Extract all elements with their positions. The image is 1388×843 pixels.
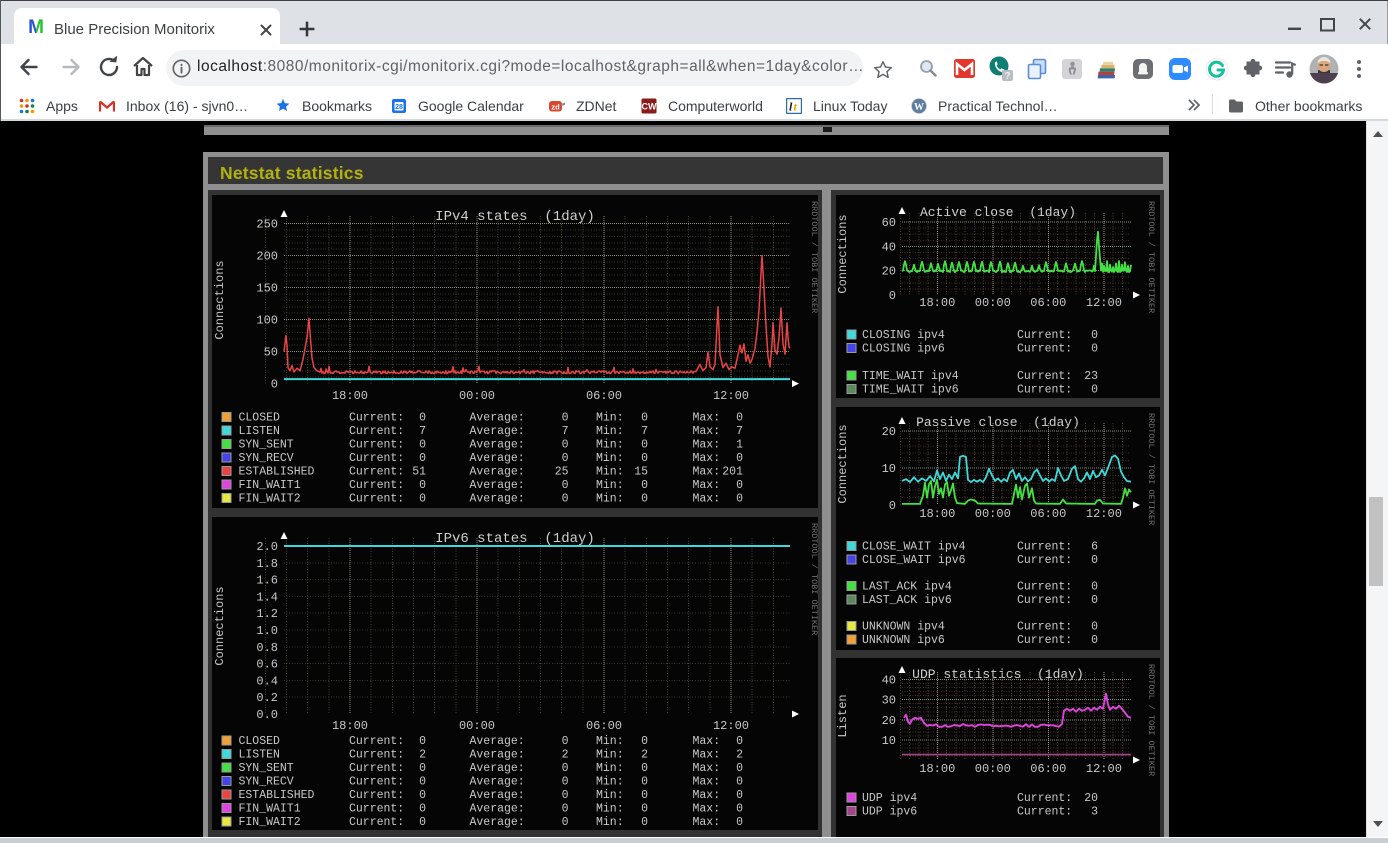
svg-text:zd: zd <box>551 103 560 112</box>
svg-text:M: M <box>28 17 44 38</box>
svg-text:?: ? <box>1004 71 1010 82</box>
svg-text:CW: CW <box>642 102 657 112</box>
svg-text:W: W <box>914 102 924 113</box>
svg-text:28: 28 <box>395 104 403 111</box>
